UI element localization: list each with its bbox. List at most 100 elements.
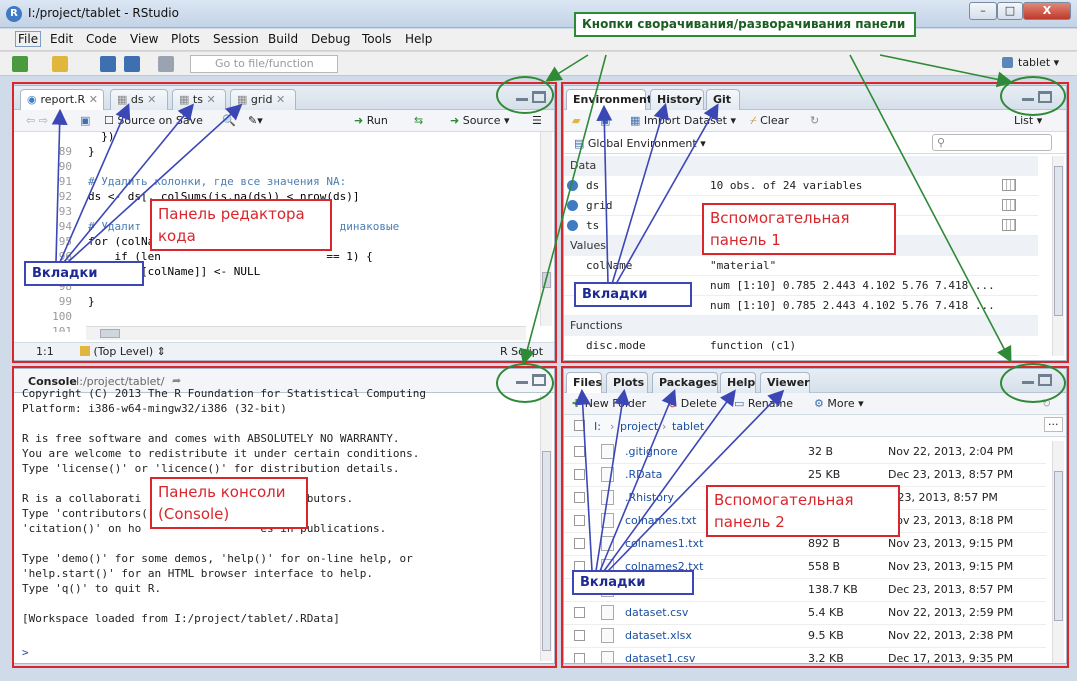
scroll-thumb[interactable] [1054,166,1063,316]
save-icon[interactable]: ▣ [80,114,90,127]
expand-icon[interactable] [567,220,578,231]
magic-wand-icon[interactable]: ✎▾ [248,114,263,127]
close-tab-icon[interactable]: ✕ [206,93,215,106]
outline-icon[interactable]: ☰ [532,114,542,127]
select-all-checkbox[interactable] [574,420,585,431]
breadcrumb-tablet[interactable]: tablet [672,420,704,433]
file-name[interactable]: .RData [625,468,662,481]
goto-file-input[interactable]: Go to file/function [190,55,338,73]
more-options-icon[interactable]: ··· [1044,417,1063,432]
editor-hscrollbar[interactable] [86,326,526,340]
file-checkbox[interactable] [574,607,585,618]
expand-icon[interactable] [567,180,578,191]
file-name[interactable]: dataset1.csv [625,652,695,663]
env-row[interactable]: disc.modefunction (c1) [564,336,1038,356]
search-icon[interactable]: 🔍 [222,114,236,127]
close-tab-icon[interactable]: ✕ [276,93,285,106]
tab-history[interactable]: History [650,89,704,110]
console-prompt[interactable]: > [22,646,29,657]
view-data-icon[interactable] [1002,199,1016,211]
print-icon[interactable] [158,56,174,72]
file-row[interactable]: dataset.csv5.4 KBNov 22, 2013, 2:59 PM [564,602,1046,625]
view-data-icon[interactable] [1002,219,1016,231]
source-on-save-checkbox[interactable]: ☐ Source on Save [104,114,203,127]
run-button[interactable]: ➜ Run [354,114,388,127]
rerun-icon[interactable]: ⇆ [414,114,423,127]
tab-ds[interactable]: ▦ ds ✕ [110,89,168,110]
scope-select[interactable]: ▤ Global Environment ▾ [574,137,706,150]
view-mode-select[interactable]: List ▾ [1014,114,1042,127]
file-checkbox[interactable] [574,515,585,526]
delete-button[interactable]: ⊗ Delete [668,397,717,410]
scroll-thumb[interactable] [1054,471,1063,621]
tab-help[interactable]: Help [720,372,756,393]
file-row[interactable]: dataset1.csv3.2 KBDec 17, 2013, 9:35 PM [564,648,1046,663]
file-checkbox[interactable] [574,538,585,549]
back-icon[interactable]: ⇦ ⇨ [26,114,48,127]
console-scrollbar[interactable] [540,395,552,661]
menu-session[interactable]: Session [213,32,259,46]
refresh-icon[interactable]: ↻ [810,114,819,127]
scroll-thumb[interactable] [542,272,551,288]
scroll-thumb[interactable] [542,451,551,651]
tab-git[interactable]: Git [706,89,740,110]
file-checkbox[interactable] [574,492,585,503]
load-workspace-icon[interactable]: ▰ [572,114,580,127]
menu-plots[interactable]: Plots [171,32,200,46]
file-name[interactable]: colnames.txt [625,514,696,527]
maximize-window-button[interactable]: □ [997,2,1023,20]
file-name[interactable]: .Rhistory [625,491,674,504]
menu-build[interactable]: Build [268,32,298,46]
import-dataset-button[interactable]: ▦ Import Dataset ▾ [630,114,736,127]
goto-dir-icon[interactable]: ➦ [172,374,181,387]
close-tab-icon[interactable]: ✕ [147,93,156,106]
expand-icon[interactable] [567,200,578,211]
menu-help[interactable]: Help [405,32,432,46]
tab-files[interactable]: Files [566,372,602,394]
file-checkbox[interactable] [574,469,585,480]
files-scrollbar[interactable] [1052,441,1064,663]
close-tab-icon[interactable]: ✕ [89,93,98,106]
file-checkbox[interactable] [574,446,585,457]
file-checkbox[interactable] [574,630,585,641]
clear-button[interactable]: ⌿ Clear [750,114,789,128]
file-checkbox[interactable] [574,653,585,663]
tab-viewer[interactable]: Viewer [760,372,810,393]
menu-code[interactable]: Code [86,32,117,46]
project-menu-button[interactable]: tablet ▾ [1002,56,1059,69]
env-scrollbar[interactable] [1052,156,1064,356]
breadcrumb-project[interactable]: project [620,420,658,433]
menu-debug[interactable]: Debug [311,32,350,46]
file-row[interactable]: .RData25 KBDec 23, 2013, 8:57 PM [564,464,1046,487]
env-search-input[interactable]: ⚲ [932,134,1052,151]
menu-tools[interactable]: Tools [362,32,392,46]
menu-view[interactable]: View [130,32,158,46]
file-row[interactable]: dataset.xlsx9.5 KBNov 22, 2013, 2:38 PM [564,625,1046,648]
new-file-icon[interactable] [12,56,28,72]
menu-edit[interactable]: Edit [50,32,73,46]
open-file-icon[interactable] [52,56,68,72]
tab-report-r[interactable]: ◉ report.R ✕ [20,89,104,111]
tab-plots[interactable]: Plots [606,372,648,393]
tab-environment[interactable]: Environment [566,89,646,111]
new-folder-button[interactable]: ✚ New Folder [572,397,646,410]
hscroll-thumb[interactable] [100,329,120,338]
tab-ts[interactable]: ▦ ts ✕ [172,89,226,110]
menu-file[interactable]: File [15,31,41,47]
file-name[interactable]: dataset.csv [625,606,688,619]
save-all-icon[interactable] [124,56,140,72]
file-name[interactable]: dataset.xlsx [625,629,692,642]
file-name[interactable]: .gitignore [625,445,678,458]
close-window-button[interactable]: X [1023,2,1071,20]
tab-packages[interactable]: Packages [652,372,718,393]
env-row[interactable]: colName"material" [564,256,1038,276]
save-icon[interactable] [100,56,116,72]
tab-grid[interactable]: ▦ grid ✕ [230,89,296,110]
minimize-window-button[interactable]: – [969,2,997,20]
scope-selector[interactable]: (Top Level) ⇕ [80,345,166,358]
env-row[interactable]: ds10 obs. of 24 variables [564,176,1038,196]
file-type-selector[interactable]: R Script [500,345,543,358]
more-button[interactable]: ⚙ More ▾ [814,397,864,410]
rename-button[interactable]: ▭ Rename [734,397,793,410]
breadcrumb-drive[interactable]: I: [594,420,601,433]
